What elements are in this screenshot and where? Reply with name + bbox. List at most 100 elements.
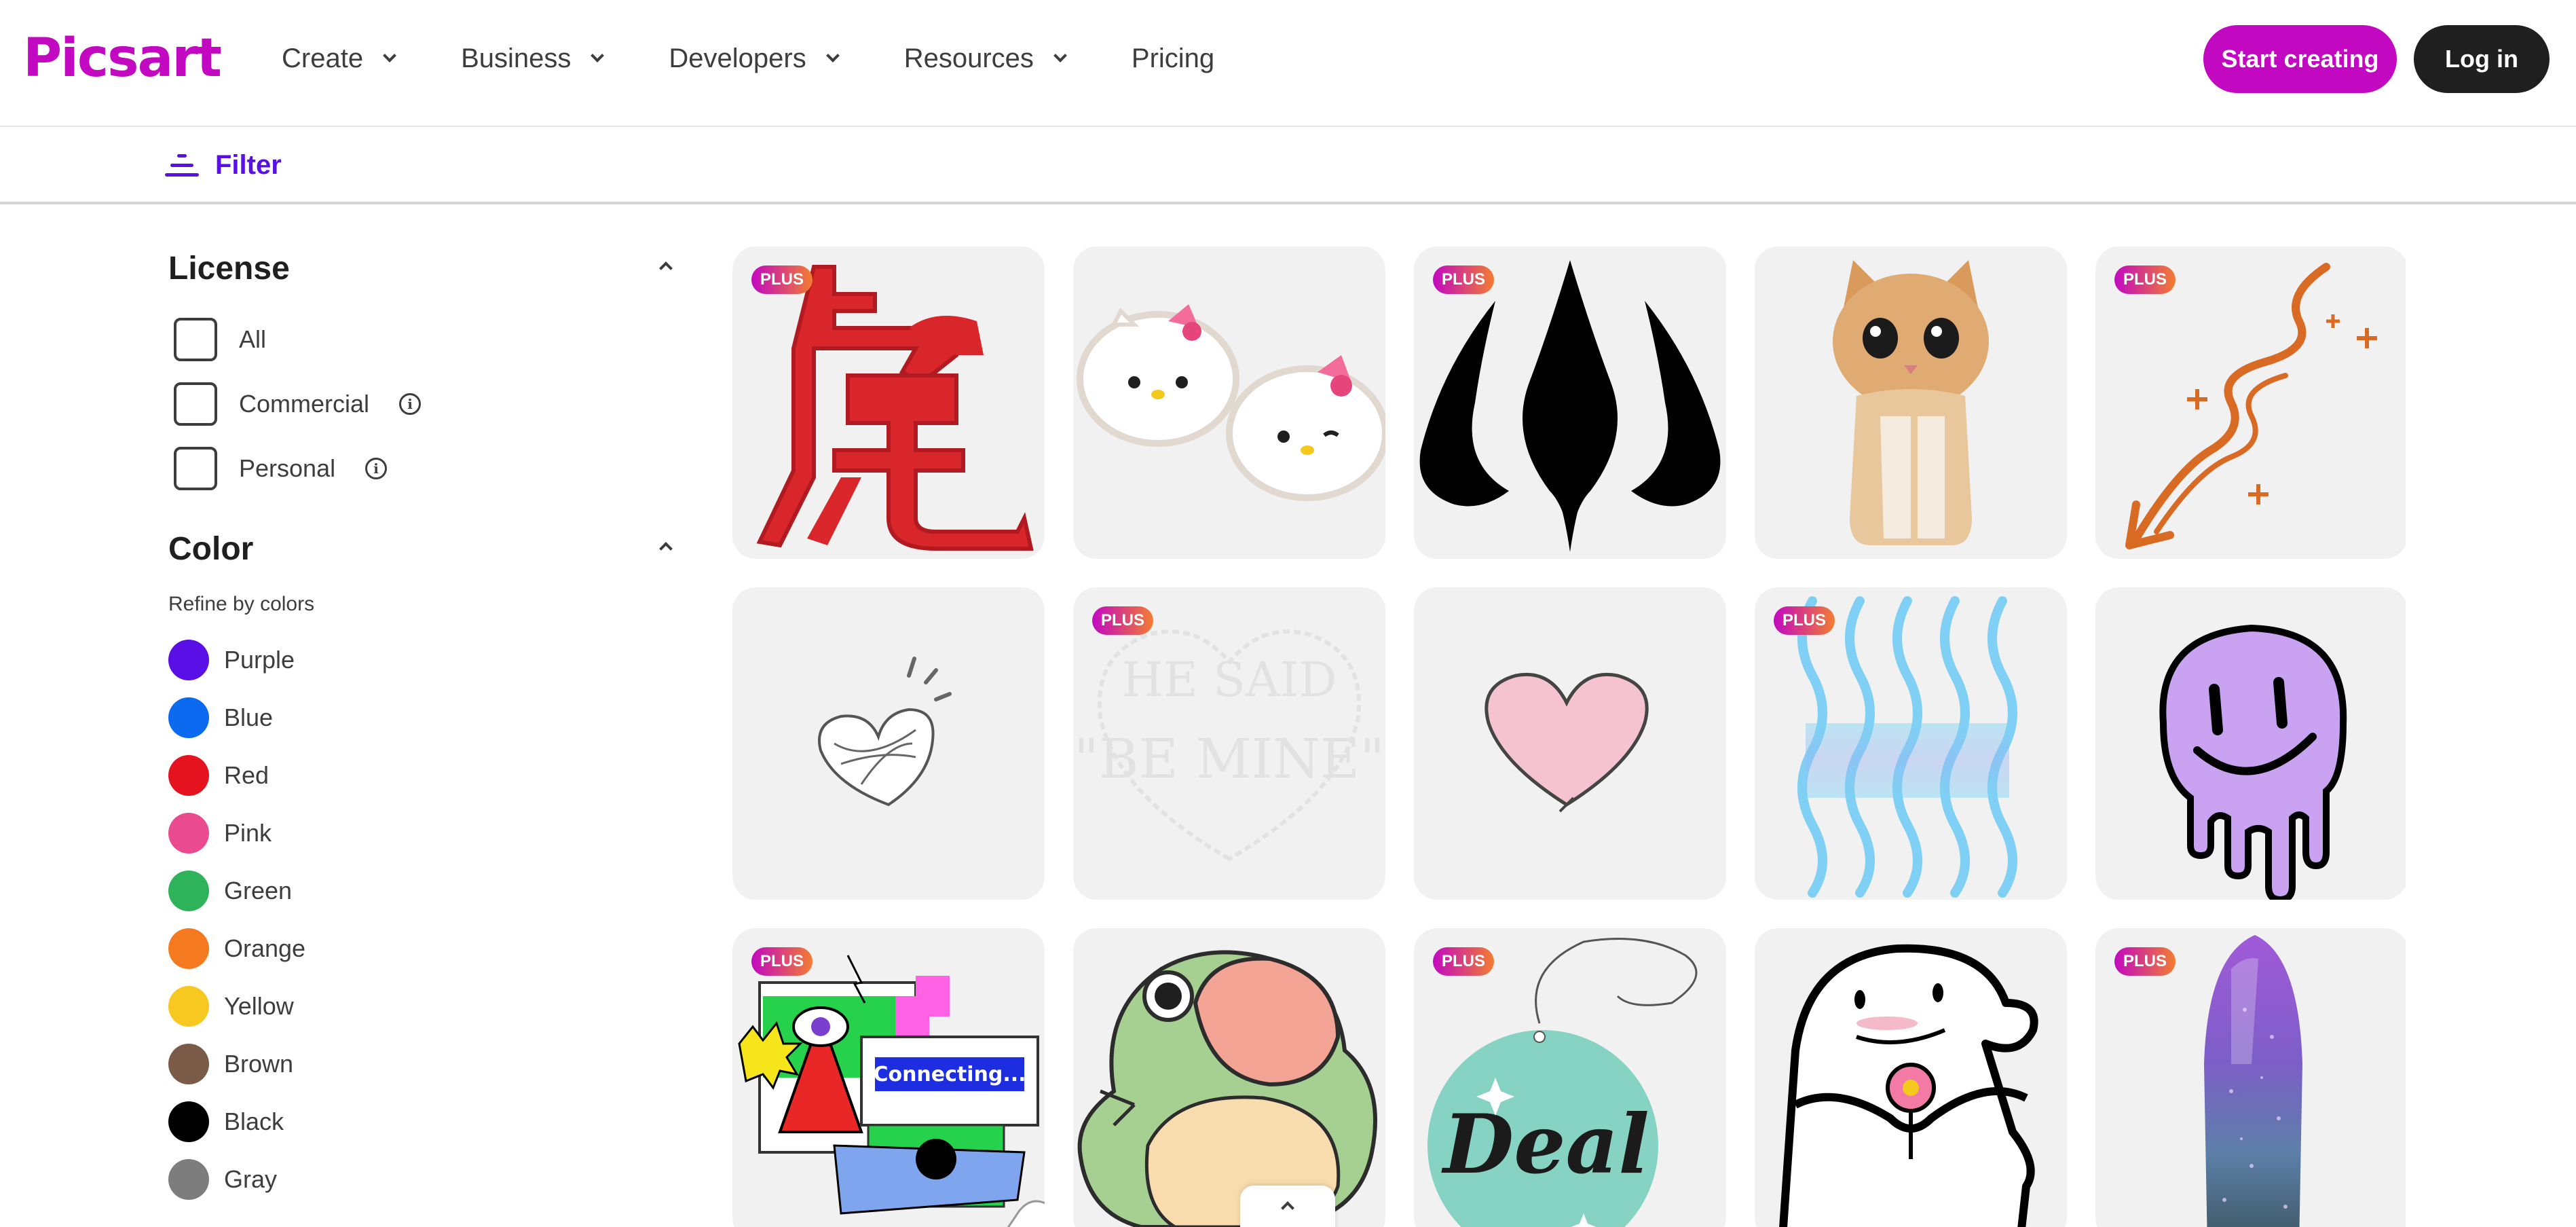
color-option-black[interactable]: Black xyxy=(168,1093,671,1150)
color-option-blue[interactable]: Blue xyxy=(168,689,671,746)
blue-waves-sticker[interactable]: PLUS xyxy=(1755,587,2067,900)
license-option-commercial[interactable]: Commercial i xyxy=(168,371,671,436)
color-label: Brown xyxy=(224,1049,294,1078)
black-tribal-spade-sticker[interactable]: PLUS xyxy=(1414,246,1726,559)
color-swatch[interactable] xyxy=(168,870,209,911)
license-title: License xyxy=(168,250,290,287)
flork-flower-sticker[interactable] xyxy=(1755,928,2067,1227)
nav-create[interactable]: Create xyxy=(282,43,396,74)
color-option-red[interactable]: Red xyxy=(168,746,671,804)
filter-button[interactable]: Filter xyxy=(165,145,282,185)
nav-business[interactable]: Business xyxy=(461,43,605,74)
color-swatch[interactable] xyxy=(168,1101,209,1142)
nav-resources[interactable]: Resources xyxy=(903,43,1067,74)
chevron-down-icon xyxy=(591,49,605,62)
nav-business-label: Business xyxy=(461,43,572,73)
filter-bar: Filter xyxy=(0,128,2576,204)
color-options: Purple Blue Red Pink Green Orange Yellow Brown B… xyxy=(168,631,671,1208)
nav-pricing[interactable]: Pricing xyxy=(1132,43,1214,74)
start-creating-button[interactable]: Start creating xyxy=(2203,25,2397,93)
license-option-all[interactable]: All xyxy=(168,307,671,371)
he-said-be-mine-sticker[interactable]: PLUS HE SAID "BE MINE" xyxy=(1073,587,1385,900)
kitten-sticker[interactable] xyxy=(1755,246,2067,559)
color-swatch[interactable] xyxy=(168,1043,209,1084)
svg-text:"BE MINE": "BE MINE" xyxy=(1074,727,1385,790)
color-label: Purple xyxy=(224,645,295,674)
chevron-down-icon xyxy=(1053,49,1067,62)
color-swatch[interactable] xyxy=(168,639,209,680)
hello-kitty-sticker[interactable] xyxy=(1073,246,1385,559)
connecting-collage-sticker[interactable]: PLUS Connecting... xyxy=(732,928,1045,1227)
color-option-yellow[interactable]: Yellow xyxy=(168,977,671,1035)
color-section-header[interactable]: Color xyxy=(168,525,673,572)
color-option-pink[interactable]: Pink xyxy=(168,804,671,862)
color-option-purple[interactable]: Purple xyxy=(168,631,671,689)
license-personal-label: Personal xyxy=(239,454,336,482)
license-commercial-checkbox[interactable] xyxy=(174,382,217,426)
sticker-image xyxy=(1779,944,2038,1227)
deal-tag-sticker[interactable]: PLUS Deal xyxy=(1414,928,1726,1227)
color-swatch[interactable] xyxy=(168,697,209,738)
top-header: Picsart Create Business Developers Resou… xyxy=(0,0,2576,127)
plus-badge: PLUS xyxy=(1774,606,1835,635)
nav-resources-label: Resources xyxy=(903,43,1034,73)
license-personal-checkbox[interactable] xyxy=(174,446,217,490)
color-swatch[interactable] xyxy=(168,812,209,854)
orange-squiggle-arrow-sticker[interactable]: PLUS xyxy=(2095,246,2406,559)
green-frog-sticker[interactable] xyxy=(1073,928,1385,1227)
chevron-up-icon[interactable] xyxy=(659,542,673,555)
license-section-header[interactable]: License xyxy=(168,244,673,292)
plus-badge: PLUS xyxy=(1433,947,1494,976)
tiger-character-sticker[interactable]: PLUS xyxy=(732,246,1045,559)
color-swatch[interactable] xyxy=(168,985,209,1027)
plus-badge: PLUS xyxy=(2114,947,2176,976)
nav-create-label: Create xyxy=(282,43,364,73)
sticker-image xyxy=(1833,260,1989,545)
color-title: Color xyxy=(168,530,254,567)
plus-badge: PLUS xyxy=(751,947,813,976)
chevron-down-icon xyxy=(825,49,840,62)
license-commercial-label: Commercial xyxy=(239,389,370,418)
nav-developers-label: Developers xyxy=(669,43,806,73)
filter-label: Filter xyxy=(215,149,282,180)
color-label: Black xyxy=(224,1107,284,1135)
color-option-orange[interactable]: Orange xyxy=(168,919,671,977)
nav-developers[interactable]: Developers xyxy=(669,43,840,74)
svg-text:HE SAID: HE SAID xyxy=(1122,652,1337,708)
color-option-brown[interactable]: Brown xyxy=(168,1035,671,1093)
color-swatch[interactable] xyxy=(168,754,209,796)
license-all-checkbox[interactable] xyxy=(174,317,217,361)
svg-text:Connecting...: Connecting... xyxy=(873,1063,1026,1086)
color-label: Red xyxy=(224,761,269,789)
chevron-down-icon xyxy=(383,49,396,62)
color-option-green[interactable]: Green xyxy=(168,862,671,919)
plus-badge: PLUS xyxy=(751,265,813,294)
color-label: Gray xyxy=(224,1165,278,1193)
plus-badge: PLUS xyxy=(1092,606,1153,635)
color-label: Orange xyxy=(224,934,306,962)
pink-heart-sticker[interactable] xyxy=(1414,587,1726,900)
sticker-image xyxy=(818,657,952,807)
glitter-nail-sticker[interactable]: PLUS xyxy=(2095,928,2406,1227)
license-option-personal[interactable]: Personal i xyxy=(168,436,671,500)
chevron-up-icon[interactable] xyxy=(659,261,673,275)
plus-badge: PLUS xyxy=(1433,265,1494,294)
nav-pricing-label: Pricing xyxy=(1131,43,1215,73)
info-icon[interactable]: i xyxy=(399,392,422,415)
purple-melting-smiley-sticker[interactable] xyxy=(2095,587,2406,900)
info-icon[interactable]: i xyxy=(365,457,388,479)
color-option-gray[interactable]: Gray xyxy=(168,1150,671,1208)
color-label: Blue xyxy=(224,703,274,731)
picsart-logo[interactable]: Picsart xyxy=(23,31,222,86)
color-swatch[interactable] xyxy=(168,928,209,969)
color-label: Green xyxy=(224,876,293,904)
color-subtitle: Refine by colors xyxy=(168,593,315,615)
white-scribble-heart-sticker[interactable] xyxy=(732,587,1045,900)
color-section: Color Refine by colors Purple Blue Red Pink… xyxy=(168,525,673,1208)
color-swatch[interactable] xyxy=(168,1158,209,1200)
log-in-button[interactable]: Log in xyxy=(2414,25,2550,93)
color-label: Pink xyxy=(224,818,272,847)
scroll-to-top-button[interactable] xyxy=(1240,1186,1335,1227)
license-options: All Commercial i Personal i xyxy=(168,307,671,500)
svg-text:Deal: Deal xyxy=(1441,1097,1649,1192)
